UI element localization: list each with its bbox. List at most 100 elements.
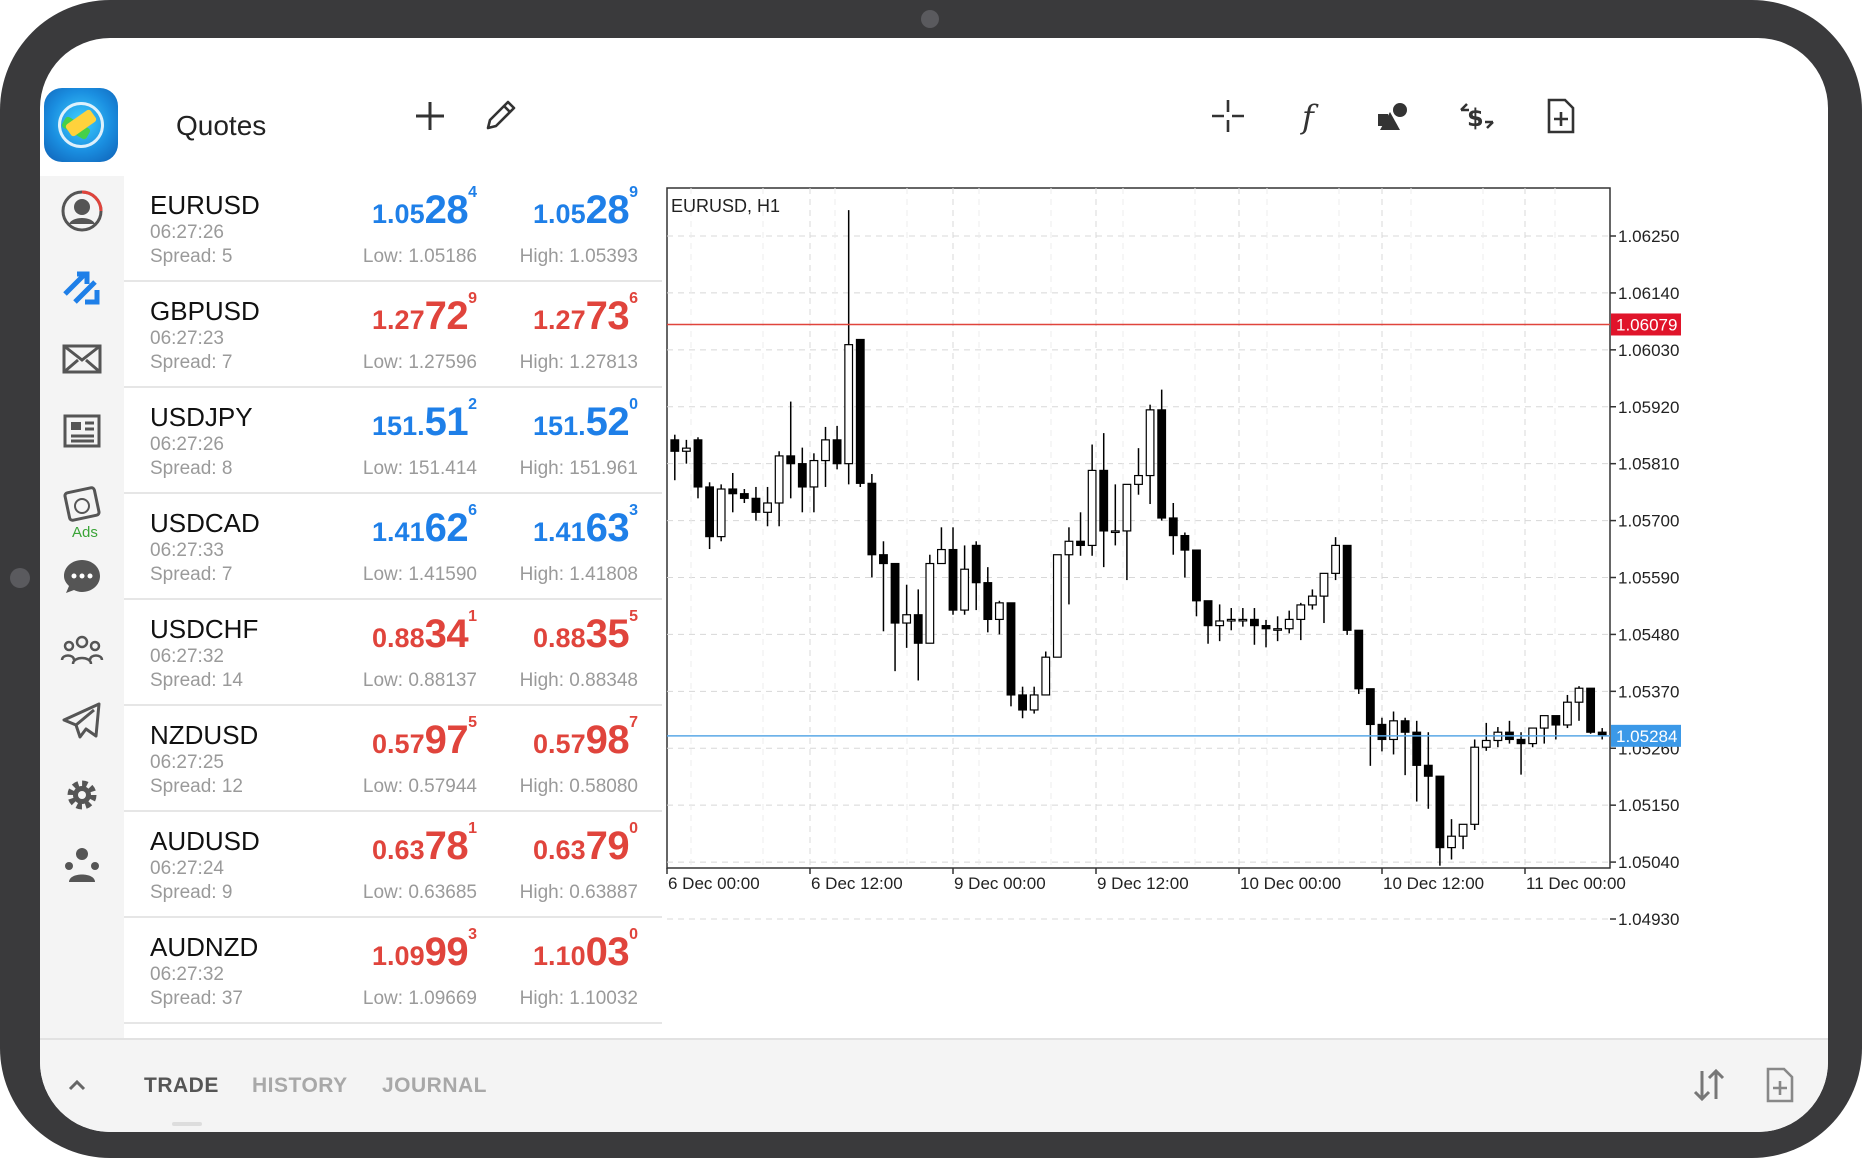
candle-body (1389, 720, 1398, 741)
edit-icon[interactable] (472, 88, 528, 144)
quote-row[interactable]: USDJPY 06:27:26 Spread: 8 151.512 151.520 Low… (124, 388, 662, 494)
price-pip-digit: 9 (468, 290, 477, 307)
price-pip-digit: 5 (468, 714, 477, 731)
quote-spread: Spread: 14 (150, 670, 243, 691)
price-prefix: 1.05 (533, 199, 586, 229)
candle-body (681, 447, 691, 452)
news-icon[interactable] (40, 396, 124, 466)
function-icon[interactable]: f (1283, 88, 1339, 144)
quote-time: 06:27:23 (150, 328, 224, 349)
candle-body (1134, 474, 1143, 485)
chart-canvas[interactable]: 1.06250 1.06140 1.06030 1.05920 1.05810 1.057… (662, 176, 1828, 1048)
quote-low: Low: 1.41590 (362, 564, 477, 585)
trade-arrows-icon[interactable] (40, 252, 124, 322)
telegram-icon[interactable] (40, 686, 124, 756)
candle-body (1354, 629, 1364, 690)
price-prefix: 0.88 (533, 623, 586, 653)
chevron-up-icon[interactable] (54, 1062, 100, 1108)
candle-body (1180, 534, 1190, 551)
quote-high: High: 1.41808 (519, 564, 638, 585)
quote-high: High: 0.58080 (519, 776, 638, 797)
chat-icon[interactable] (40, 542, 124, 612)
add-icon[interactable] (402, 88, 458, 144)
camera-dot (921, 10, 939, 28)
price-big-digits: 63 (585, 506, 630, 550)
price-prefix: 0.63 (372, 835, 425, 865)
price-big-digits: 51 (424, 400, 469, 444)
price-big-digits: 72 (424, 294, 469, 338)
price-pip-digit: 3 (629, 502, 638, 519)
account-icon[interactable] (40, 176, 124, 246)
new-document-icon[interactable] (1532, 88, 1588, 144)
trade-icon[interactable]: $ (1449, 88, 1505, 144)
candle-body (948, 548, 958, 611)
price-big-digits: 03 (585, 930, 630, 974)
crosshair-icon[interactable] (1200, 88, 1256, 144)
bid-price: 1.41626 (372, 502, 477, 551)
quote-row[interactable]: USDCAD 06:27:33 Spread: 7 1.41626 1.41633 Low… (124, 494, 662, 600)
tab-history[interactable]: HISTORY (252, 1074, 348, 1098)
quote-row[interactable]: NZDUSD 06:27:25 Spread: 12 0.57975 0.57987 Lo… (124, 706, 662, 812)
quote-high: High: 1.10032 (519, 988, 638, 1009)
candle-body (1087, 469, 1097, 547)
price-pip-digit: 7 (629, 714, 638, 731)
price-big-digits: 97 (424, 718, 469, 762)
quote-row[interactable]: EURUSD 06:27:26 Spread: 5 1.05284 1.05289 Low… (124, 176, 662, 282)
quote-time: 06:27:26 (150, 222, 224, 243)
objects-icon[interactable] (1366, 88, 1422, 144)
sidebar: Ads (40, 176, 124, 1038)
symbol-name: AUDUSD (150, 826, 260, 856)
price-pip-digit: 0 (629, 820, 638, 837)
app-logo[interactable] (44, 88, 118, 162)
quote-row[interactable]: USDCHF 06:27:32 Spread: 14 0.88341 0.88355 Lo… (124, 600, 662, 706)
candle-body (844, 344, 854, 465)
price-chart[interactable]: 1.06250 1.06140 1.06030 1.05920 1.05810 1.057… (662, 176, 1828, 1048)
new-order-icon[interactable] (1756, 1062, 1802, 1108)
community-icon[interactable] (40, 614, 124, 684)
candle-body (937, 548, 946, 565)
price-big-digits: 98 (585, 718, 630, 762)
tab-trade[interactable]: TRADE (144, 1074, 219, 1098)
quote-time: 06:27:25 (150, 752, 224, 773)
candle-body (1226, 618, 1236, 622)
sort-icon[interactable] (1686, 1062, 1732, 1108)
bid-price: 0.57975 (372, 714, 477, 763)
candle-body (1203, 600, 1213, 627)
candle-body (1481, 739, 1491, 748)
candle-body (1099, 469, 1109, 532)
symbol-name: USDCAD (150, 508, 260, 538)
symbol-name: AUDNZD (150, 932, 259, 962)
quote-time: 06:27:24 (150, 858, 224, 879)
mail-icon[interactable] (40, 324, 124, 394)
tab-indicator (172, 1122, 202, 1126)
symbol-name: GBPUSD (150, 296, 260, 326)
candle-body (1296, 604, 1306, 621)
quote-spread: Spread: 8 (150, 458, 233, 479)
candle-body (902, 614, 912, 624)
price-pip-digit: 6 (468, 502, 477, 519)
candle-body (763, 502, 772, 513)
candle-body (728, 488, 738, 495)
quote-row[interactable]: AUDUSD 06:27:24 Spread: 9 0.63781 0.63790 Low… (124, 812, 662, 918)
y-tick-label: 1.06140 (1618, 284, 1679, 303)
candle-body (1284, 618, 1294, 630)
quote-row[interactable]: AUDNZD 06:27:32 Spread: 37 1.09993 1.10030 Lo… (124, 918, 662, 1024)
tab-journal[interactable]: JOURNAL (382, 1074, 487, 1098)
ask-price: 0.57987 (533, 714, 638, 763)
price-pip-digit: 6 (629, 290, 638, 307)
x-tick-label: 9 Dec 00:00 (954, 874, 1046, 893)
traders-icon[interactable] (40, 830, 124, 900)
ads-icon[interactable]: Ads (40, 468, 124, 541)
y-tick-label: 1.05150 (1618, 796, 1679, 815)
candle-body (705, 486, 714, 538)
candle-body (1377, 723, 1387, 741)
price-big-digits: 73 (585, 294, 630, 338)
settings-icon[interactable] (40, 760, 124, 830)
candle-body (1145, 409, 1155, 477)
app-screen: Quotes f $ Ads EURUSD 06:27:26 Spread: 5… (40, 38, 1828, 1132)
quote-row[interactable]: GBPUSD 06:27:23 Spread: 7 1.27729 1.27736 Low… (124, 282, 662, 388)
bottom-panel: TRADE HISTORY JOURNAL (40, 1038, 1828, 1132)
candle-body (1342, 544, 1352, 631)
price-prefix: 1.41 (533, 517, 586, 547)
candle-body (1458, 823, 1468, 837)
